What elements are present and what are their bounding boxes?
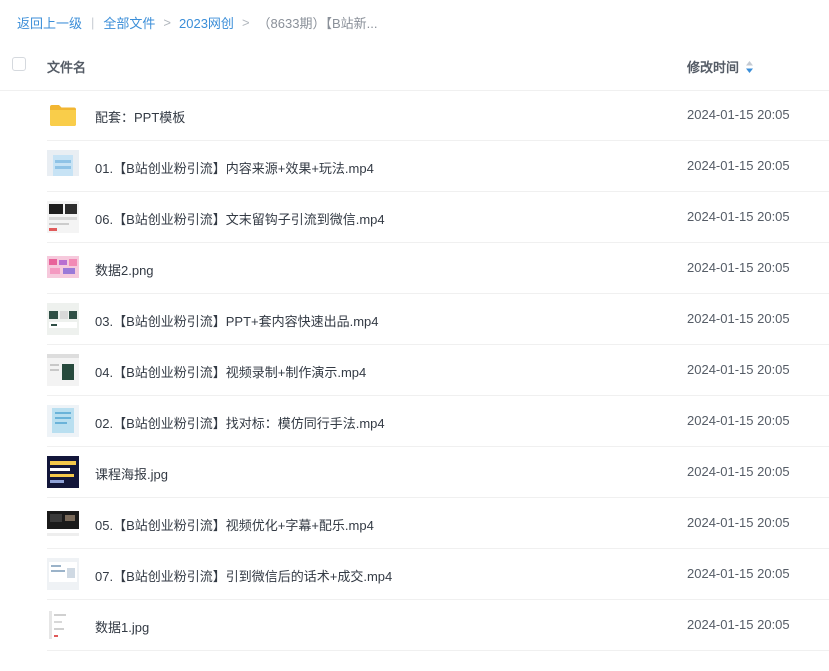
breadcrumb-current: （8633期）【B站新... — [257, 15, 378, 31]
file-row[interactable]: 04.【B站创业粉引流】视频录制+制作演示.mp4 2024-01-15 20:0… — [47, 345, 829, 396]
file-modified-time: 2024-01-15 20:05 — [687, 566, 790, 581]
file-modified-time: 2024-01-15 20:05 — [687, 617, 790, 632]
file-modified-time: 2024-01-15 20:05 — [687, 158, 790, 173]
file-row[interactable]: 课程海报.jpg 2024-01-15 20:05 — [47, 447, 829, 498]
file-row[interactable]: 06.【B站创业粉引流】文末留钩子引流到微信.mp4 2024-01-15 20:… — [47, 192, 829, 243]
chevron-right-icon: > — [163, 14, 172, 30]
file-name[interactable]: 配套：PPT模板 — [95, 107, 185, 126]
file-modified-time: 2024-01-15 20:05 — [687, 362, 790, 377]
video-file-icon[interactable] — [47, 558, 79, 590]
column-header-time[interactable]: 修改时间 — [687, 57, 754, 76]
video-file-icon[interactable] — [47, 303, 79, 335]
file-list: 配套：PPT模板 2024-01-15 20:05 01.【B站创业粉引流】内容来源… — [0, 90, 829, 651]
video-file-icon[interactable] — [47, 405, 79, 437]
chevron-right-icon: > — [241, 14, 250, 30]
file-name[interactable]: 03.【B站创业粉引流】PPT+套内容快速出品.mp4 — [95, 311, 379, 330]
file-name[interactable]: 05.【B站创业粉引流】视频优化+字幕+配乐.mp4 — [95, 515, 374, 534]
image-file-icon[interactable] — [47, 252, 79, 284]
column-header-time-label: 修改时间 — [687, 60, 740, 75]
file-modified-time: 2024-01-15 20:05 — [687, 260, 790, 275]
file-name[interactable]: 02.【B站创业粉引流】找对标：模仿同行手法.mp4 — [95, 413, 385, 432]
file-list-header: 文件名 修改时间 — [0, 40, 829, 91]
file-name[interactable]: 01.【B站创业粉引流】内容来源+效果+玩法.mp4 — [95, 158, 374, 177]
sort-desc-icon[interactable] — [745, 60, 754, 74]
video-file-icon[interactable] — [47, 507, 79, 539]
breadcrumb: 返回上一级 | 全部文件 > 2023网创 > （8633期）【B站新... — [17, 12, 377, 32]
file-row[interactable]: 数据2.png 2024-01-15 20:05 — [47, 243, 829, 294]
file-row[interactable]: 05.【B站创业粉引流】视频优化+字幕+配乐.mp4 2024-01-15 20:… — [47, 498, 829, 549]
file-modified-time: 2024-01-15 20:05 — [687, 311, 790, 326]
file-row[interactable]: 配套：PPT模板 2024-01-15 20:05 — [47, 90, 829, 141]
file-name[interactable]: 课程海报.jpg — [95, 464, 168, 483]
video-file-icon[interactable] — [47, 201, 79, 233]
file-row[interactable]: 数据1.jpg 2024-01-15 20:05 — [47, 600, 829, 651]
back-link[interactable]: 返回上一级 — [17, 13, 82, 32]
video-file-icon[interactable] — [47, 354, 79, 386]
file-name[interactable]: 数据1.jpg — [95, 617, 149, 636]
file-name[interactable]: 07.【B站创业粉引流】引到微信后的话术+成交.mp4 — [95, 566, 392, 585]
image-file-icon[interactable] — [47, 609, 79, 641]
file-name[interactable]: 数据2.png — [95, 260, 154, 279]
folder-icon[interactable] — [47, 99, 79, 131]
file-modified-time: 2024-01-15 20:05 — [687, 413, 790, 428]
file-modified-time: 2024-01-15 20:05 — [687, 209, 790, 224]
image-file-icon[interactable] — [47, 456, 79, 488]
file-row[interactable]: 03.【B站创业粉引流】PPT+套内容快速出品.mp4 2024-01-15 20… — [47, 294, 829, 345]
file-modified-time: 2024-01-15 20:05 — [687, 107, 790, 122]
video-file-icon[interactable] — [47, 150, 79, 182]
file-row[interactable]: 07.【B站创业粉引流】引到微信后的话术+成交.mp4 2024-01-15 20… — [47, 549, 829, 600]
file-row[interactable]: 01.【B站创业粉引流】内容来源+效果+玩法.mp4 2024-01-15 20:… — [47, 141, 829, 192]
breadcrumb-folder-link[interactable]: 2023网创 — [179, 13, 234, 32]
file-modified-time: 2024-01-15 20:05 — [687, 464, 790, 479]
breadcrumb-root-link[interactable]: 全部文件 — [103, 13, 155, 32]
file-name[interactable]: 04.【B站创业粉引流】视频录制+制作演示.mp4 — [95, 362, 366, 381]
column-header-name[interactable]: 文件名 — [47, 57, 86, 76]
file-name[interactable]: 06.【B站创业粉引流】文末留钩子引流到微信.mp4 — [95, 209, 385, 228]
breadcrumb-separator: | — [91, 14, 95, 30]
select-all-checkbox[interactable] — [12, 57, 26, 71]
file-modified-time: 2024-01-15 20:05 — [687, 515, 790, 530]
file-row[interactable]: 02.【B站创业粉引流】找对标：模仿同行手法.mp4 2024-01-15 20:… — [47, 396, 829, 447]
